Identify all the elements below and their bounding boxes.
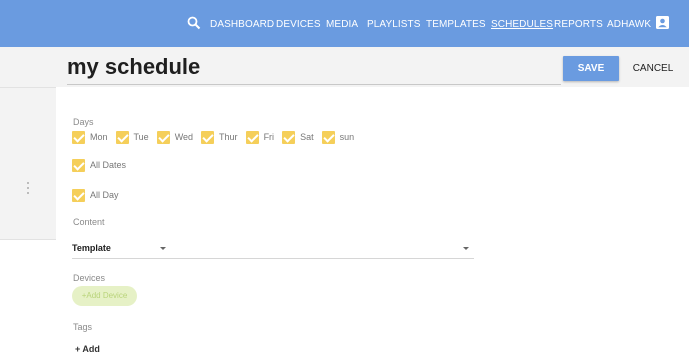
nav-media[interactable]: MEDIA bbox=[326, 19, 358, 30]
checkbox-tue[interactable] bbox=[115, 130, 129, 144]
chevron-down-icon[interactable] bbox=[463, 247, 469, 250]
cancel-button[interactable]: CANCEL bbox=[628, 56, 678, 81]
drag-handle-icon[interactable] bbox=[27, 182, 30, 196]
checkbox-mon[interactable] bbox=[72, 130, 85, 144]
all-day-row: All Day bbox=[72, 188, 127, 202]
checkbox-thur[interactable] bbox=[201, 130, 215, 144]
checkbox-sat[interactable] bbox=[282, 130, 296, 144]
day-label-sun: sun bbox=[339, 132, 355, 142]
day-label-fri: Fri bbox=[263, 132, 275, 142]
checkbox-sun[interactable] bbox=[321, 130, 335, 144]
all-day-checkbox[interactable] bbox=[72, 188, 85, 202]
nav-schedules[interactable]: SCHEDULES bbox=[491, 19, 553, 30]
nav-playlists[interactable]: PLAYLISTS bbox=[367, 19, 421, 30]
schedule-title[interactable]: my schedule bbox=[67, 54, 200, 80]
checkbox-wed[interactable] bbox=[156, 130, 170, 144]
left-rail bbox=[0, 87, 56, 240]
content-label: Content bbox=[73, 217, 105, 227]
days-label: Days bbox=[73, 117, 94, 127]
all-day-label: All Day bbox=[90, 190, 119, 200]
content-select[interactable]: Template bbox=[72, 241, 474, 259]
all-dates-checkbox[interactable] bbox=[72, 158, 85, 172]
day-label-wed: Wed bbox=[174, 132, 194, 142]
nav-dashboard[interactable]: DASHBOARD bbox=[210, 19, 274, 30]
day-label-mon: Mon bbox=[90, 132, 108, 142]
nav-templates[interactable]: TEMPLATES bbox=[426, 19, 486, 30]
nav-devices[interactable]: DEVICES bbox=[276, 19, 321, 30]
days-checkbox-row: Mon Tue Wed Thur Fri Sat sun bbox=[72, 130, 362, 144]
day-label-sat: Sat bbox=[300, 132, 314, 142]
day-label-thur: Thur bbox=[219, 132, 238, 142]
content-type-select[interactable]: Template bbox=[72, 243, 111, 253]
all-dates-label: All Dates bbox=[90, 160, 127, 170]
search-icon[interactable] bbox=[187, 16, 201, 30]
day-label-tue: Tue bbox=[133, 132, 149, 142]
all-dates-row: All Dates bbox=[72, 158, 134, 172]
nav-reports[interactable]: REPORTS bbox=[554, 19, 603, 30]
top-nav-bar: DASHBOARD DEVICES MEDIA PLAYLISTS TEMPLA… bbox=[0, 0, 689, 47]
save-button[interactable]: SAVE bbox=[563, 56, 619, 81]
tags-label: Tags bbox=[73, 322, 93, 332]
checkbox-fri[interactable] bbox=[245, 130, 259, 144]
add-tag-button[interactable]: + Add bbox=[75, 344, 100, 354]
devices-label: Devices bbox=[73, 273, 106, 283]
add-device-button[interactable]: +Add Device bbox=[72, 286, 137, 306]
title-underline bbox=[67, 84, 561, 85]
chevron-down-icon[interactable] bbox=[160, 247, 166, 250]
account-box-icon[interactable] bbox=[655, 15, 670, 30]
nav-adhawk[interactable]: ADHAWK bbox=[607, 19, 651, 30]
